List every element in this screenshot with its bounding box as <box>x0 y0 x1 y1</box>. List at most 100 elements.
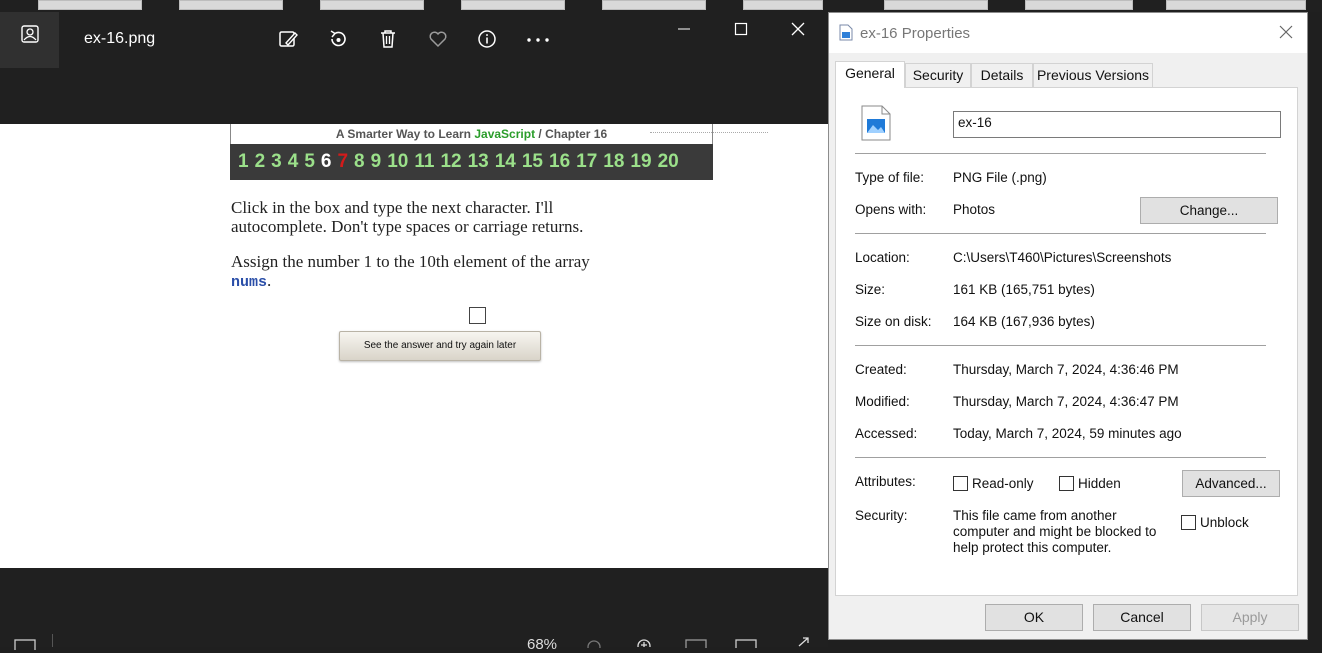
tab-previous-versions[interactable]: Previous Versions <box>1033 63 1153 87</box>
instruction-2-suffix: . <box>267 271 272 290</box>
tab-security[interactable]: Security <box>905 63 971 87</box>
divider <box>855 153 1266 154</box>
delete-icon[interactable] <box>375 26 401 52</box>
size-label: Size: <box>855 282 886 297</box>
filmstrip-icon[interactable] <box>14 638 36 650</box>
exercise-number: 1 <box>238 151 249 172</box>
instruction-2-prefix: Assign the number 1 to the 10th element … <box>231 252 590 271</box>
modified-label: Modified: <box>855 394 910 409</box>
rotate-icon[interactable] <box>325 26 351 52</box>
taskbar-thumbnail-strip <box>0 0 1322 12</box>
thumbnail[interactable] <box>38 0 142 10</box>
answer-input-box[interactable] <box>469 307 486 324</box>
general-panel: ex-16 Type of file: PNG File (.png) Open… <box>835 87 1298 596</box>
readonly-label[interactable]: Read-only <box>972 476 1034 491</box>
modified-value: Thursday, March 7, 2024, 4:36:47 PM <box>953 394 1179 409</box>
size-value: 161 KB (165,751 bytes) <box>953 282 1095 297</box>
attributes-label: Attributes: <box>855 474 916 489</box>
type-value: PNG File (.png) <box>953 170 1047 185</box>
accessed-label: Accessed: <box>855 426 918 441</box>
opens-with-label: Opens with: <box>855 202 927 217</box>
change-button[interactable]: Change... <box>1140 197 1278 224</box>
divider <box>855 457 1266 458</box>
more-icon[interactable] <box>525 26 551 52</box>
tab-general[interactable]: General <box>835 61 905 88</box>
exercise-number: 15 <box>521 151 543 172</box>
thumbnail[interactable] <box>743 0 823 10</box>
favorite-icon[interactable] <box>425 26 451 52</box>
cancel-button[interactable]: Cancel <box>1093 604 1191 631</box>
unblock-checkbox[interactable] <box>1181 515 1196 530</box>
photos-bottom-toolbar <box>0 622 828 650</box>
minimize-icon <box>678 28 690 30</box>
unblock-label[interactable]: Unblock <box>1200 515 1249 530</box>
thumbnail[interactable] <box>1025 0 1133 10</box>
exercise-number: 10 <box>387 151 409 172</box>
ok-button[interactable]: OK <box>985 604 1083 631</box>
see-answer-button[interactable]: See the answer and try again later <box>339 331 541 361</box>
exercise-number: 17 <box>576 151 598 172</box>
exercise-number: 9 <box>370 151 382 172</box>
exercise-number-bar: 1 2 3 4 5 6 7 8 9 10 11 12 13 14 15 16 17 18 19 20 <box>230 144 713 180</box>
hidden-checkbox[interactable] <box>1059 476 1074 491</box>
instruction-text-2: Assign the number 1 to the 10th element … <box>231 252 631 292</box>
exercise-number: 8 <box>354 151 365 172</box>
minimize-button[interactable] <box>669 14 699 44</box>
size-on-disk-value: 164 KB (167,936 bytes) <box>953 314 1095 329</box>
exercise-number: 2 <box>254 151 266 172</box>
created-value: Thursday, March 7, 2024, 4:36:46 PM <box>953 362 1179 377</box>
maximize-icon <box>734 22 748 36</box>
security-label: Security: <box>855 508 908 523</box>
png-file-icon <box>861 105 891 141</box>
book-chapter: Chapter 16 <box>545 127 608 141</box>
edit-icon[interactable] <box>275 26 301 52</box>
thumbnail[interactable] <box>1166 0 1306 10</box>
location-value: C:\Users\T460\Pictures\Screenshots <box>953 250 1172 265</box>
divider <box>855 345 1266 346</box>
exercise-number: 19 <box>630 151 652 172</box>
exercise-number: 3 <box>271 151 282 172</box>
dotted-line <box>650 132 768 133</box>
thumbnail[interactable] <box>602 0 706 10</box>
toolbar-divider <box>52 634 53 647</box>
thumbnail[interactable] <box>461 0 565 10</box>
readonly-checkbox[interactable] <box>953 476 968 491</box>
zoom-in-icon[interactable] <box>636 637 652 647</box>
advanced-button[interactable]: Advanced... <box>1182 470 1280 497</box>
exercise-number: 14 <box>494 151 516 172</box>
info-icon[interactable] <box>474 26 500 52</box>
apply-button[interactable]: Apply <box>1201 604 1299 631</box>
security-text: This file came from another computer and… <box>953 508 1157 555</box>
created-label: Created: <box>855 362 907 377</box>
filename-field[interactable]: ex-16 <box>953 111 1281 138</box>
photos-window: ex-16.png A Smarter Way to Learn JavaScr… <box>0 0 828 653</box>
thumbnail[interactable] <box>884 0 988 10</box>
properties-close-button[interactable] <box>1278 23 1294 46</box>
thumbnail[interactable] <box>320 0 424 10</box>
exercise-number: 16 <box>549 151 571 172</box>
photo-filename: ex-16.png <box>84 30 156 47</box>
file-icon <box>839 24 853 41</box>
exercise-number: 20 <box>657 151 679 172</box>
size-on-disk-label: Size on disk: <box>855 314 932 329</box>
properties-dialog: ex-16 Properties General Security Detail… <box>828 12 1308 640</box>
hidden-label[interactable]: Hidden <box>1078 476 1121 491</box>
book-title: A Smarter Way to Learn <box>335 127 472 141</box>
thumbnail[interactable] <box>179 0 283 10</box>
close-button[interactable] <box>783 14 813 44</box>
exercise-number: 11 <box>414 151 435 172</box>
expand-icon[interactable] <box>795 636 811 648</box>
book-header-separator: / <box>538 127 542 141</box>
exercise-number: 18 <box>603 151 625 172</box>
photo-viewer[interactable]: A Smarter Way to Learn JavaScript / Chap… <box>0 124 828 568</box>
maximize-button[interactable] <box>726 14 756 44</box>
properties-titlebar: ex-16 Properties <box>829 13 1307 53</box>
exercise-number: 6 <box>320 151 332 172</box>
photos-icon <box>20 25 39 43</box>
book-header: A Smarter Way to Learn JavaScript / Chap… <box>230 124 713 144</box>
tab-details[interactable]: Details <box>971 63 1033 87</box>
zoom-level: 68% <box>527 636 558 653</box>
exercise-number: 4 <box>287 151 299 172</box>
accessed-value: Today, March 7, 2024, 59 minutes ago <box>953 426 1182 441</box>
exercise-number: 5 <box>304 151 315 172</box>
